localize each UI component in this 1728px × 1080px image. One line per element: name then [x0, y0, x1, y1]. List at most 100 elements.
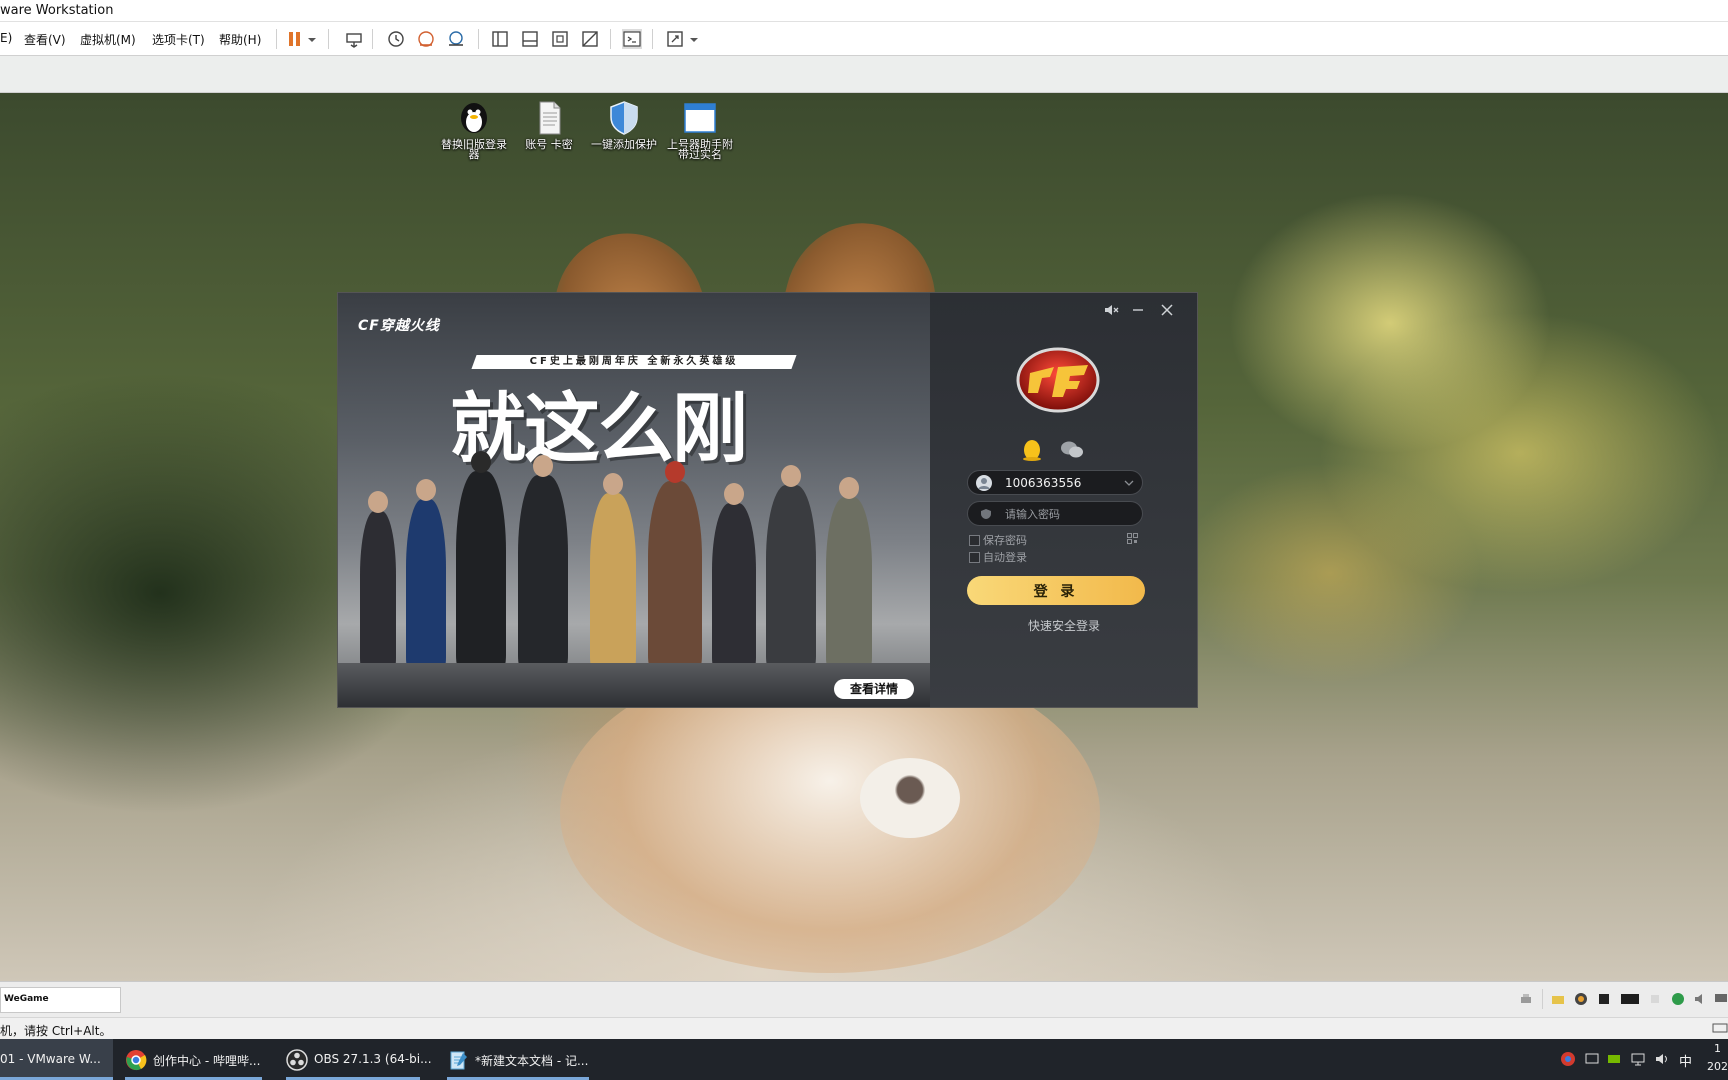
- windows-display-icon[interactable]: [1584, 1051, 1600, 1067]
- desktop-icon-account-key[interactable]: 账号 卡密: [512, 101, 586, 150]
- desktop-icon-replace-launcher[interactable]: 替换旧版登录器: [437, 101, 511, 160]
- library-view-icon[interactable]: [490, 29, 510, 49]
- banner-character: [826, 477, 872, 671]
- wechat-login-icon[interactable]: [1060, 439, 1084, 461]
- desktop-icon-login-helper[interactable]: 上号器助手附带过实名: [663, 101, 737, 160]
- host-taskbar: 01 - VMware W... 创作中心 - 哔哩哔... OBS 27.1.…: [0, 1039, 1728, 1080]
- unity-icon[interactable]: [580, 29, 600, 49]
- toolbar-separator: [372, 29, 373, 49]
- menu-help[interactable]: 帮助(H): [219, 31, 261, 48]
- ime-indicator[interactable]: 中: [1679, 1051, 1692, 1070]
- shield-check-icon[interactable]: [1671, 992, 1685, 1006]
- menu-tabs[interactable]: 选项卡(T): [152, 31, 205, 48]
- toolbar-separator: [328, 29, 329, 49]
- snapshot-manager-icon[interactable]: [446, 29, 466, 49]
- save-password-checkbox[interactable]: 保存密码: [969, 532, 1027, 547]
- taskbar-item-label: OBS 27.1.3 (64-bi...: [314, 1052, 432, 1066]
- menu-edit[interactable]: E): [0, 31, 12, 45]
- minimize-icon[interactable]: [1129, 301, 1147, 319]
- folder-icon[interactable]: [1551, 992, 1565, 1006]
- quick-secure-login-link[interactable]: 快速安全登录: [930, 617, 1197, 634]
- checkbox-box[interactable]: [969, 551, 980, 563]
- cf-logo-icon: [1016, 347, 1100, 413]
- dropdown-arrow-icon[interactable]: [688, 29, 700, 49]
- promo-banner[interactable]: CF穿越火线 CF史上最刚周年庆 全新永久英雄级 就这么刚 查看详情: [338, 293, 930, 707]
- taskbar-item-label: 01 - VMware W...: [0, 1052, 101, 1066]
- memory-icon[interactable]: [1597, 992, 1611, 1006]
- thumbnail-tab-label: WeGame: [4, 994, 49, 1004]
- checkbox-box[interactable]: [969, 534, 980, 546]
- vmware-titlebar: ware Workstation: [0, 0, 1728, 22]
- notepad-icon: [450, 1051, 467, 1070]
- desktop-icon-add-protection[interactable]: 一键添加保护: [587, 101, 661, 150]
- vm-tab-strip: [0, 56, 1728, 93]
- chrome-tray-icon[interactable]: [1560, 1051, 1576, 1067]
- snapshot-icon[interactable]: [386, 29, 406, 49]
- password-input[interactable]: [1005, 506, 1130, 522]
- pause-icon[interactable]: [285, 29, 305, 49]
- taskbar-item-notepad[interactable]: *新建文本文档 - 记...: [439, 1039, 597, 1080]
- banner-character: [518, 455, 568, 671]
- desktop-icon-label: 一键添加保护: [591, 138, 657, 151]
- auto-login-checkbox[interactable]: 自动登录: [969, 549, 1027, 564]
- thumbnail-bar-icon[interactable]: [520, 29, 540, 49]
- display-icon[interactable]: [1714, 992, 1728, 1006]
- send-keys-icon[interactable]: [344, 29, 364, 49]
- toolbar-separator: [652, 29, 653, 49]
- cf-login-window: CF穿越火线 CF史上最刚周年庆 全新永久英雄级 就这么刚 查看详情 10063…: [337, 292, 1198, 708]
- wallpaper-dog-paw: [860, 758, 960, 838]
- revert-snapshot-icon[interactable]: [416, 29, 436, 49]
- dropdown-arrow-icon[interactable]: [306, 29, 318, 49]
- mute-icon[interactable]: [1102, 301, 1120, 319]
- menu-view[interactable]: 查看(V): [24, 31, 66, 48]
- usb-icon[interactable]: [1648, 992, 1662, 1006]
- shield-icon: [981, 509, 991, 519]
- taskbar-item-obs[interactable]: OBS 27.1.3 (64-bi...: [278, 1039, 432, 1080]
- thumbnail-tab-wegame[interactable]: WeGame: [0, 987, 121, 1013]
- account-select[interactable]: 1006363556: [967, 470, 1143, 495]
- toolbar-separator: [478, 29, 479, 49]
- cf-brand-logo: CF穿越火线: [358, 318, 440, 334]
- qq-login-icon[interactable]: [1020, 439, 1044, 461]
- menu-vm[interactable]: 虚拟机(M): [80, 31, 136, 48]
- password-field[interactable]: [967, 501, 1143, 526]
- clock-time[interactable]: 1: [1714, 1042, 1721, 1055]
- clock-date[interactable]: 202: [1707, 1060, 1728, 1073]
- login-button[interactable]: 登 录: [967, 576, 1145, 605]
- view-details-button[interactable]: 查看详情: [834, 679, 914, 699]
- obs-icon: [286, 1049, 308, 1071]
- banner-character: [648, 461, 702, 671]
- network-adapter-icon[interactable]: [1620, 992, 1640, 1006]
- network-icon[interactable]: [1630, 1051, 1646, 1067]
- desktop-icon-label: 账号 卡密: [525, 138, 573, 151]
- account-value: 1006363556: [1005, 476, 1082, 490]
- volume-icon[interactable]: [1654, 1051, 1670, 1067]
- fit-guest-icon[interactable]: [550, 29, 570, 49]
- hard-disk-icon[interactable]: [1712, 1021, 1728, 1035]
- checkbox-label: 保存密码: [983, 534, 1027, 547]
- banner-character: [712, 483, 756, 671]
- fullscreen-icon[interactable]: [665, 29, 685, 49]
- status-message: 机，请按 Ctrl+Alt。: [0, 1024, 112, 1038]
- banner-character: [456, 451, 506, 671]
- console-icon[interactable]: [622, 29, 642, 49]
- close-icon[interactable]: [1158, 301, 1176, 319]
- window-title: ware Workstation: [0, 3, 114, 18]
- printer-icon[interactable]: [1519, 992, 1533, 1006]
- avatar: [976, 475, 992, 491]
- desktop-icon-label: 替换旧版登录器: [441, 138, 507, 161]
- nvidia-icon[interactable]: [1606, 1051, 1622, 1067]
- desktop-icon-label: 上号器助手附带过实名: [667, 138, 733, 161]
- taskbar-item-label: *新建文本文档 - 记...: [475, 1054, 589, 1068]
- qr-code-icon[interactable]: [1127, 533, 1138, 544]
- chevron-down-icon[interactable]: [1124, 479, 1134, 487]
- text-file-icon: [539, 101, 561, 135]
- window-app-icon: [684, 103, 716, 133]
- taskbar-item-vmware[interactable]: 01 - VMware W...: [0, 1039, 113, 1080]
- speaker-icon[interactable]: [1693, 992, 1707, 1006]
- toolbar-separator: [1542, 989, 1543, 1009]
- checkbox-label: 自动登录: [983, 551, 1027, 564]
- cd-rom-icon[interactable]: [1574, 992, 1588, 1006]
- banner-character: [360, 491, 396, 671]
- taskbar-item-chrome[interactable]: 创作中心 - 哔哩哔...: [117, 1039, 270, 1080]
